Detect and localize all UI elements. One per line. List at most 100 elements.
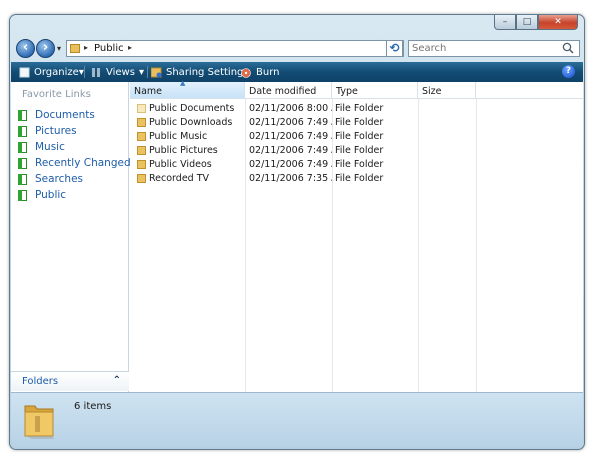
file-date: 02/11/2006 7:49 AM (249, 117, 332, 128)
breadcrumb-public[interactable]: Public (94, 43, 124, 54)
recently-changed-icon (18, 157, 28, 169)
sidebar-item-searches[interactable]: Searches (18, 171, 131, 187)
views-label: Views (106, 66, 135, 78)
organize-icon (19, 67, 30, 77)
folder-icon (70, 44, 80, 53)
file-date: 02/11/2006 7:35 AM (249, 173, 332, 184)
folder-icon (137, 132, 146, 141)
file-name: Recorded TV (149, 173, 210, 184)
file-row[interactable]: Public Downloads 02/11/2006 7:49 AM File… (130, 116, 583, 129)
sidebar-item-documents[interactable]: Documents (18, 107, 131, 123)
pictures-icon (18, 125, 28, 137)
burn-disc-icon (241, 67, 251, 78)
column-header-blank (476, 82, 583, 99)
file-row[interactable]: Recorded TV 02/11/2006 7:35 AM File Fold… (130, 172, 583, 185)
details-pane: 6 items (11, 392, 583, 447)
address-bar[interactable]: ▸ Public ▸ ▾ (66, 40, 404, 57)
column-header-type[interactable]: Type (332, 82, 418, 99)
column-header-label: Date modified (249, 86, 317, 97)
file-row[interactable]: Public Music 02/11/2006 7:49 AM File Fol… (130, 130, 583, 143)
sidebar-item-music[interactable]: Music (18, 139, 131, 155)
toolbar-divider (147, 66, 148, 78)
breadcrumb-separator[interactable]: ▸ (128, 43, 132, 52)
refresh-button[interactable]: ⟲ (386, 40, 403, 57)
sidebar-item-label: Recently Changed (35, 157, 131, 169)
sidebar-item-public[interactable]: Public (18, 187, 131, 203)
forward-button[interactable]: › (36, 39, 55, 58)
sidebar-item-recently-changed[interactable]: Recently Changed (18, 155, 131, 171)
views-icon (92, 67, 100, 77)
folder-icon (24, 405, 55, 439)
file-name: Public Videos (149, 159, 212, 170)
column-header-size[interactable]: Size (418, 82, 476, 99)
folder-icon (137, 160, 146, 169)
folders-label: Folders (22, 376, 59, 387)
chevron-down-icon: ▾ (138, 66, 144, 78)
column-header-label: Size (422, 86, 442, 97)
search-icon[interactable] (562, 42, 574, 54)
organize-label: Organize (34, 66, 79, 78)
sort-ascending-icon: ▲ (180, 79, 186, 87)
public-icon (18, 189, 28, 201)
burn-label: Burn (256, 66, 280, 78)
sidebar-item-label: Searches (35, 173, 84, 185)
file-type: File Folder (335, 131, 384, 142)
back-button[interactable]: ‹ (16, 39, 35, 58)
file-type: File Folder (335, 159, 384, 170)
command-bar: Organize▾ Views ▾ Sharing Settings Burn (11, 62, 583, 82)
file-name: Public Music (149, 131, 208, 142)
folder-icon (137, 118, 146, 127)
caption-buttons: – □ ✕ (494, 15, 578, 30)
documents-icon (18, 109, 28, 121)
sidebar-item-label: Pictures (35, 125, 77, 137)
navigation-bar: ‹ › ▾ ▸ Public ▸ ▾ ⟲ (13, 38, 580, 60)
favorite-links-header: Favorite Links (22, 89, 91, 100)
recent-pages-dropdown[interactable]: ▾ (57, 44, 61, 53)
file-type: File Folder (335, 103, 384, 114)
column-header-label: Type (336, 86, 358, 97)
maximize-button[interactable]: □ (516, 15, 538, 30)
column-header-label: Name (134, 86, 163, 97)
sidebar-item-pictures[interactable]: Pictures (18, 123, 131, 139)
sidebar-item-label: Music (35, 141, 65, 153)
column-header-date-modified[interactable]: Date modified (245, 82, 332, 99)
search-box[interactable] (408, 40, 580, 57)
column-header-name[interactable]: ▲ Name (130, 79, 245, 99)
folder-icon (137, 174, 146, 183)
sharing-settings-button[interactable]: Sharing Settings (151, 65, 249, 79)
explorer-window: – □ ✕ ‹ › ▾ ▸ Public ▸ ▾ ⟲ Organize▾ (9, 14, 585, 450)
file-type: File Folder (335, 173, 384, 184)
close-button[interactable]: ✕ (538, 15, 578, 30)
favorite-links-list: Documents Pictures Music Recently Change… (18, 107, 131, 203)
file-row[interactable]: Public Pictures 02/11/2006 7:49 AM File … (130, 144, 583, 157)
sharing-settings-label: Sharing Settings (166, 66, 249, 78)
file-date: 02/11/2006 7:49 AM (249, 131, 332, 142)
file-date: 02/11/2006 7:49 AM (249, 159, 332, 170)
content-area: Favorite Links Documents Pictures Music … (11, 79, 583, 392)
sharing-icon (151, 67, 162, 77)
chevron-up-icon: ⌃ (112, 375, 121, 386)
file-date: 02/11/2006 7:49 AM (249, 145, 332, 156)
help-icon[interactable]: ? (562, 65, 575, 78)
searches-icon (18, 173, 28, 185)
file-row[interactable]: Public Documents 02/11/2006 8:00 AM File… (130, 102, 583, 115)
file-type: File Folder (335, 117, 384, 128)
search-input[interactable] (412, 42, 557, 55)
organize-button[interactable]: Organize ▾ (19, 65, 84, 79)
folder-icon (137, 104, 146, 113)
file-row[interactable]: Public Videos 02/11/2006 7:49 AM File Fo… (130, 158, 583, 171)
navigation-pane: Favorite Links Documents Pictures Music … (11, 82, 131, 392)
toolbar-divider (84, 66, 85, 78)
minimize-button[interactable]: – (494, 15, 516, 30)
breadcrumb-separator[interactable]: ▸ (84, 43, 88, 52)
sidebar-item-label: Public (35, 189, 67, 201)
music-icon (18, 141, 28, 153)
file-name: Public Documents (149, 103, 235, 114)
views-button[interactable]: Views ▾ (91, 65, 144, 79)
burn-button[interactable]: Burn (241, 65, 279, 79)
file-type: File Folder (335, 145, 384, 156)
file-name: Public Pictures (149, 145, 218, 156)
items-count: 6 items (74, 401, 112, 412)
file-date: 02/11/2006 8:00 AM (249, 103, 332, 114)
folders-toggle[interactable]: Folders ⌃ (11, 371, 129, 391)
